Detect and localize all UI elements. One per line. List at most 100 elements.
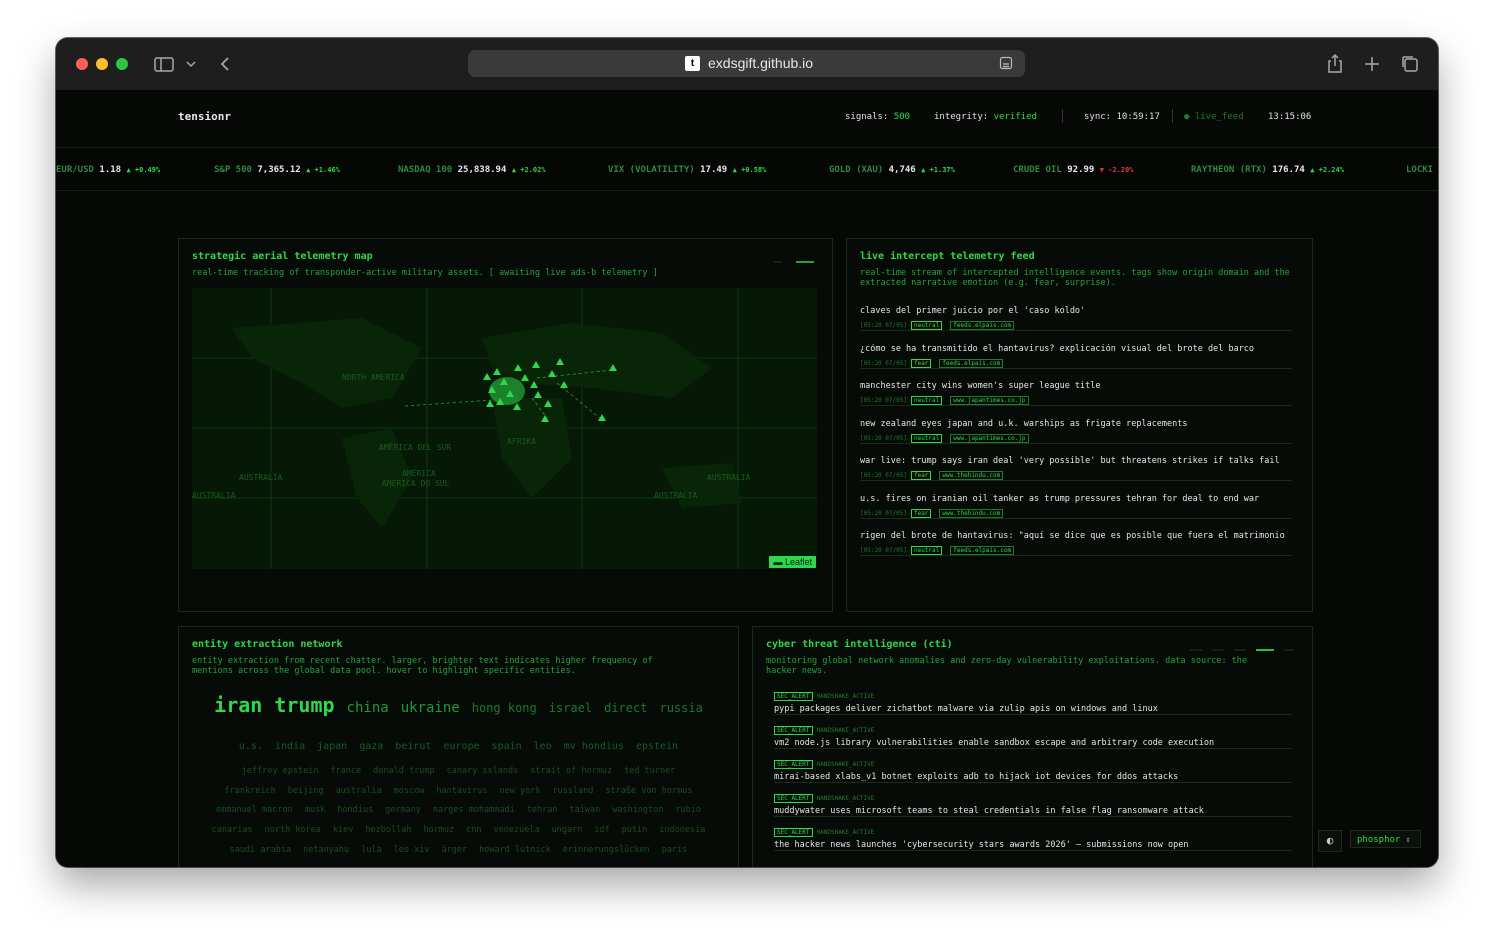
- entity-word[interactable]: u.s.: [239, 741, 263, 752]
- brand-logo[interactable]: tensionr: [178, 110, 231, 123]
- entity-word[interactable]: europe: [443, 741, 479, 752]
- entity-word[interactable]: beirut: [395, 741, 431, 752]
- feed-item-title[interactable]: war live: trump says iran deal 'very pos…: [860, 456, 1292, 466]
- emotion-tag: neutral: [910, 546, 943, 555]
- reader-icon[interactable]: [999, 56, 1013, 70]
- entity-word[interactable]: narges mohammadi: [433, 805, 515, 815]
- feed-item-title[interactable]: ¿cómo se ha transmitido el hantavirus? e…: [860, 344, 1292, 354]
- feed-item-time: [05:20 07/05]: [860, 397, 907, 404]
- feed-item[interactable]: rigen del brote de hantavirus: "aquí se …: [860, 531, 1292, 556]
- entity-word[interactable]: hong kong: [472, 701, 537, 715]
- entity-word[interactable]: spain: [492, 741, 522, 752]
- entity-word[interactable]: rubio: [675, 805, 701, 815]
- entity-word[interactable]: epstein: [636, 741, 678, 752]
- entity-word[interactable]: erinnerungslücken: [563, 845, 650, 855]
- map-label: AUSTRALIA: [192, 491, 236, 500]
- cti-item[interactable]: SEC_ALERT HANDSHAKE_ACTIVE vm2 node.js lib…: [774, 726, 1292, 749]
- entity-word[interactable]: cnn: [466, 825, 481, 835]
- telemetry-map[interactable]: NORTH AMERICA AFRIKA AMÉRICA AMERICA DO …: [192, 288, 817, 569]
- feed-item-title[interactable]: new zealand eyes japan and u.k. warships…: [860, 419, 1292, 429]
- entity-word[interactable]: paris: [662, 845, 688, 855]
- cti-item[interactable]: SEC_ALERT HANDSHAKE_ACTIVE pypi packages d…: [774, 692, 1292, 715]
- feed-item-title[interactable]: manchester city wins women's super leagu…: [860, 381, 1292, 391]
- feed-item[interactable]: claves del primer juicio por el 'caso ko…: [860, 306, 1292, 331]
- entity-word[interactable]: netanyahu: [303, 845, 349, 855]
- entity-word[interactable]: canary islands: [447, 766, 519, 776]
- feed-item[interactable]: u.s. fires on iranian oil tanker as trum…: [860, 494, 1292, 519]
- theme-toggle-button[interactable]: ◐: [1318, 830, 1342, 852]
- entity-word[interactable]: ted turner: [624, 766, 675, 776]
- entity-word[interactable]: hondius: [337, 805, 373, 815]
- new-tab-icon[interactable]: [1360, 52, 1384, 76]
- feed-item-title[interactable]: claves del primer juicio por el 'caso ko…: [860, 306, 1292, 316]
- entity-word[interactable]: musk: [305, 805, 325, 815]
- feed-item[interactable]: manchester city wins women's super leagu…: [860, 381, 1292, 406]
- entity-word[interactable]: japan: [317, 741, 347, 752]
- tab-overview-icon[interactable]: [1398, 52, 1422, 76]
- entity-word[interactable]: kiev: [333, 825, 353, 835]
- entity-word[interactable]: taiwan: [570, 805, 601, 815]
- close-window-button[interactable]: [76, 58, 88, 70]
- entity-word[interactable]: hezbollah: [365, 825, 411, 835]
- entity-word[interactable]: ukraine: [401, 700, 460, 716]
- entity-word[interactable]: tehran: [527, 805, 558, 815]
- entity-word[interactable]: frankreich: [225, 786, 276, 796]
- address-bar[interactable]: t exdsgift.github.io: [468, 50, 1025, 77]
- cti-item[interactable]: SEC_ALERT HANDSHAKE_ACTIVE the hacker news…: [774, 828, 1292, 851]
- entity-word[interactable]: moscow: [394, 786, 425, 796]
- entity-word[interactable]: australia: [336, 786, 382, 796]
- share-icon[interactable]: [1323, 52, 1347, 76]
- feed-item[interactable]: ¿cómo se ha transmitido el hantavirus? e…: [860, 344, 1292, 369]
- entity-word[interactable]: emmanuel macron: [216, 805, 293, 815]
- cti-item[interactable]: SEC_ALERT HANDSHAKE_ACTIVE mirai-based xla…: [774, 760, 1292, 783]
- minimize-window-button[interactable]: [96, 58, 108, 70]
- entity-word[interactable]: donald trump: [373, 766, 434, 776]
- back-icon[interactable]: [214, 52, 238, 76]
- theme-select[interactable]: phosphor ⇕: [1350, 830, 1421, 848]
- entity-word[interactable]: mv hondius: [564, 741, 624, 752]
- entity-word[interactable]: ärger: [441, 845, 467, 855]
- feed-item-title[interactable]: u.s. fires on iranian oil tanker as trum…: [860, 494, 1292, 504]
- entity-word[interactable]: trump: [274, 693, 334, 717]
- entity-word[interactable]: direct: [604, 701, 647, 715]
- leaflet-attribution[interactable]: ▬ Leaflet: [769, 556, 816, 568]
- entity-word[interactable]: china: [347, 700, 389, 716]
- entity-word[interactable]: gaza: [359, 741, 383, 752]
- entity-word[interactable]: hantavirus: [436, 786, 487, 796]
- entity-word[interactable]: ungarn: [552, 825, 583, 835]
- zoom-window-button[interactable]: [116, 58, 128, 70]
- entity-word[interactable]: france: [330, 766, 361, 776]
- map-label: AFRIKA: [507, 437, 536, 446]
- entity-word[interactable]: leo: [534, 741, 552, 752]
- entity-word[interactable]: beijing: [288, 786, 324, 796]
- entity-word[interactable]: washington: [612, 805, 663, 815]
- entity-word[interactable]: putin: [622, 825, 648, 835]
- feed-item[interactable]: new zealand eyes japan and u.k. warships…: [860, 419, 1292, 444]
- entity-word[interactable]: saudi arabia: [230, 845, 291, 855]
- entity-word[interactable]: straße von hormus: [605, 786, 692, 796]
- entity-word[interactable]: germany: [385, 805, 421, 815]
- entity-word[interactable]: indonesia: [659, 825, 705, 835]
- entity-word[interactable]: idf: [594, 825, 609, 835]
- entity-word[interactable]: canarias: [212, 825, 253, 835]
- feed-item[interactable]: war live: trump says iran deal 'very pos…: [860, 456, 1292, 481]
- sidebar-toggle-icon[interactable]: [152, 52, 176, 76]
- entity-word[interactable]: new york: [500, 786, 541, 796]
- entity-word[interactable]: strait of hormuz: [530, 766, 612, 776]
- entity-panel: entity extraction network entity extract…: [178, 626, 739, 867]
- entity-word[interactable]: howard lutnick: [479, 845, 551, 855]
- entity-word[interactable]: jeffrey epstein: [242, 766, 319, 776]
- entity-word[interactable]: lula: [361, 845, 381, 855]
- entity-word[interactable]: israel: [549, 701, 592, 715]
- entity-word[interactable]: russia: [659, 701, 702, 715]
- entity-word[interactable]: venezuela: [494, 825, 540, 835]
- entity-word[interactable]: russland: [552, 786, 593, 796]
- cti-item[interactable]: SEC_ALERT HANDSHAKE_ACTIVE muddywater uses…: [774, 794, 1292, 817]
- entity-word[interactable]: north korea: [265, 825, 321, 835]
- entity-word[interactable]: hormuz: [423, 825, 454, 835]
- entity-word[interactable]: india: [275, 741, 305, 752]
- chevron-down-icon[interactable]: [183, 52, 199, 76]
- feed-item-title[interactable]: rigen del brote de hantavirus: "aquí se …: [860, 531, 1292, 541]
- entity-word[interactable]: iran: [214, 693, 262, 717]
- entity-word[interactable]: leo xiv: [394, 845, 430, 855]
